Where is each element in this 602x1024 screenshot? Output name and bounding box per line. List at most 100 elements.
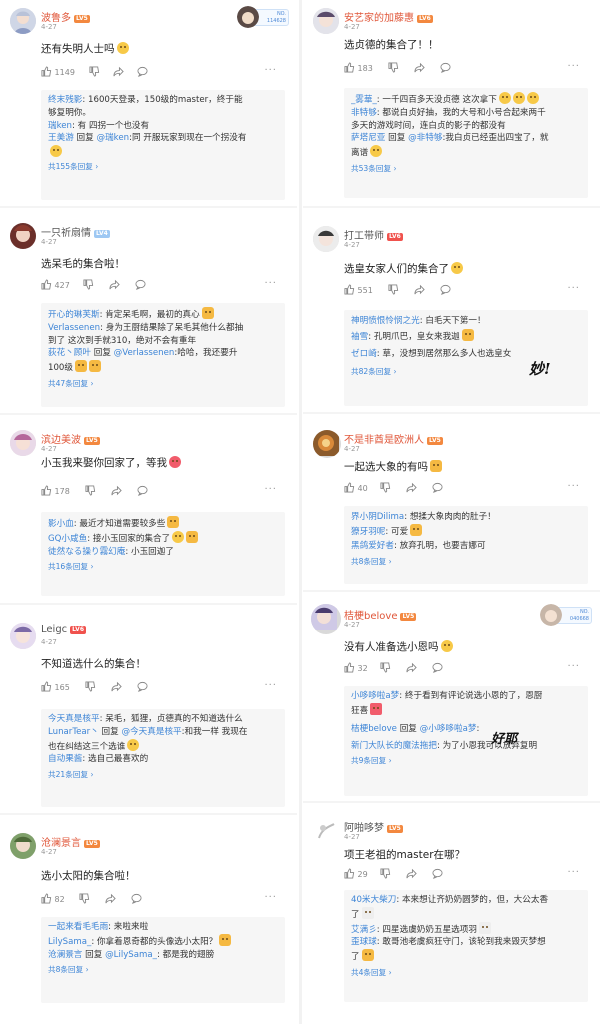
dislike-button[interactable] <box>380 868 391 880</box>
share-icon <box>406 482 417 493</box>
more-button[interactable]: ··· <box>264 278 277 289</box>
username[interactable]: 安艺家的加藤惠 LV6 <box>344 9 433 24</box>
reply-button[interactable] <box>440 284 451 296</box>
like-button[interactable]: 82 <box>41 893 65 905</box>
view-all-replies[interactable]: 共4条回复 › <box>351 967 581 980</box>
dislike-button[interactable] <box>380 482 391 494</box>
avatar[interactable] <box>10 833 36 859</box>
reply-button[interactable] <box>432 868 443 880</box>
level-badge: LV5 <box>74 15 90 23</box>
like-button[interactable]: 32 <box>344 662 368 674</box>
more-button[interactable]: ··· <box>567 481 580 492</box>
share-button[interactable] <box>414 62 425 74</box>
share-button[interactable] <box>406 868 417 880</box>
more-button[interactable]: ··· <box>264 484 277 495</box>
view-all-replies[interactable]: 共21条回复 › <box>48 769 278 782</box>
share-button[interactable] <box>111 681 122 693</box>
avatar[interactable] <box>313 818 339 844</box>
username[interactable]: 一只祈扇情 LV4 <box>41 224 110 239</box>
username[interactable]: 阿啪哆梦 LV5 <box>344 819 403 834</box>
thumb-up-icon <box>41 893 52 904</box>
more-button[interactable]: ··· <box>264 680 277 691</box>
reply-button[interactable] <box>137 681 148 693</box>
reply-item: GQ小咸鱼: 接小玉回家的集合了 <box>48 530 278 546</box>
like-button[interactable]: 178 <box>41 485 70 497</box>
view-all-replies[interactable]: 共8条回复 › <box>351 556 581 569</box>
username[interactable]: 沧澜景言 LV5 <box>41 834 100 849</box>
thumb-down-icon <box>380 662 391 673</box>
share-button[interactable] <box>105 893 116 905</box>
username[interactable]: 滨边美波 LV5 <box>41 431 100 446</box>
share-button[interactable] <box>111 485 122 497</box>
avatar[interactable] <box>313 226 339 252</box>
dislike-button[interactable] <box>89 66 100 78</box>
reply-button[interactable] <box>440 62 451 74</box>
share-button[interactable] <box>414 284 425 296</box>
username[interactable]: 波鲁多 LV5 <box>41 9 90 24</box>
share-button[interactable] <box>109 279 120 291</box>
view-all-replies[interactable]: 共53条回复 › <box>351 163 581 176</box>
view-all-replies[interactable]: 共9条回复 › <box>351 755 581 768</box>
avatar[interactable] <box>10 223 36 249</box>
share-button[interactable] <box>113 66 124 78</box>
more-button[interactable]: ··· <box>567 661 580 672</box>
reply-item: 一起来看毛毛雨: 来啦来啦 <box>48 922 149 932</box>
like-button[interactable]: 165 <box>41 681 70 693</box>
view-all-replies[interactable]: 共8条回复 › <box>48 964 278 977</box>
reply-item: Verlassenen: 身为王厨结果除了呆毛其他什么都抽 <box>48 322 244 333</box>
emoji-icon <box>440 640 453 652</box>
divider <box>0 206 297 208</box>
level-badge: LV5 <box>84 840 100 848</box>
comment-icon <box>432 482 443 493</box>
reply-button[interactable] <box>432 662 443 674</box>
more-button[interactable]: ··· <box>567 283 580 294</box>
like-button[interactable]: 551 <box>344 284 373 296</box>
avatar[interactable] <box>313 430 341 458</box>
like-button[interactable]: 183 <box>344 62 373 74</box>
username[interactable]: 不是非酋是欧洲人 LV5 <box>344 431 443 446</box>
view-all-replies[interactable]: 共155条回复 › <box>48 161 278 174</box>
emoji-icon <box>478 921 491 934</box>
more-button[interactable]: ··· <box>567 867 580 878</box>
dislike-button[interactable] <box>380 662 391 674</box>
dislike-button[interactable] <box>85 485 96 497</box>
avatar[interactable] <box>10 430 36 456</box>
dislike-button[interactable] <box>79 893 90 905</box>
share-button[interactable] <box>406 662 417 674</box>
reply-button[interactable] <box>131 893 142 905</box>
avatar[interactable] <box>311 604 341 634</box>
dislike-button[interactable] <box>83 279 94 291</box>
share-button[interactable] <box>406 482 417 494</box>
comment-date: 4-27 <box>41 638 57 646</box>
username[interactable]: 打工带师 LV6 <box>344 227 403 242</box>
reply-button[interactable] <box>135 279 146 291</box>
reply-button[interactable] <box>137 485 148 497</box>
reply-button[interactable] <box>432 482 443 494</box>
more-button[interactable]: ··· <box>264 892 277 903</box>
emoji-icon <box>370 145 383 158</box>
dislike-button[interactable] <box>85 681 96 693</box>
more-button[interactable]: ··· <box>264 65 277 76</box>
view-all-replies[interactable]: 共47条回复 › <box>48 378 278 391</box>
comment-date: 4-27 <box>41 23 57 31</box>
thumb-up-icon <box>41 279 52 290</box>
dislike-button[interactable] <box>388 62 399 74</box>
more-button[interactable]: ··· <box>567 61 580 72</box>
thumb-up-icon <box>344 62 355 73</box>
share-icon <box>109 279 120 290</box>
like-button[interactable]: 1149 <box>41 66 75 78</box>
view-all-replies[interactable]: 共16条回复 › <box>48 561 278 574</box>
username[interactable]: 桔梗belove LV5 <box>344 607 417 622</box>
emoji-icon <box>410 524 423 536</box>
thumb-down-icon <box>380 482 391 493</box>
like-button[interactable]: 40 <box>344 482 368 494</box>
avatar[interactable] <box>313 8 339 34</box>
like-button[interactable]: 29 <box>344 868 368 880</box>
username[interactable]: Leigc LV6 <box>41 624 86 635</box>
avatar[interactable] <box>10 8 36 34</box>
avatar[interactable] <box>10 623 36 649</box>
dislike-button[interactable] <box>388 284 399 296</box>
reply-button[interactable] <box>137 66 148 78</box>
thumb-up-icon <box>41 681 52 692</box>
like-button[interactable]: 427 <box>41 279 70 291</box>
